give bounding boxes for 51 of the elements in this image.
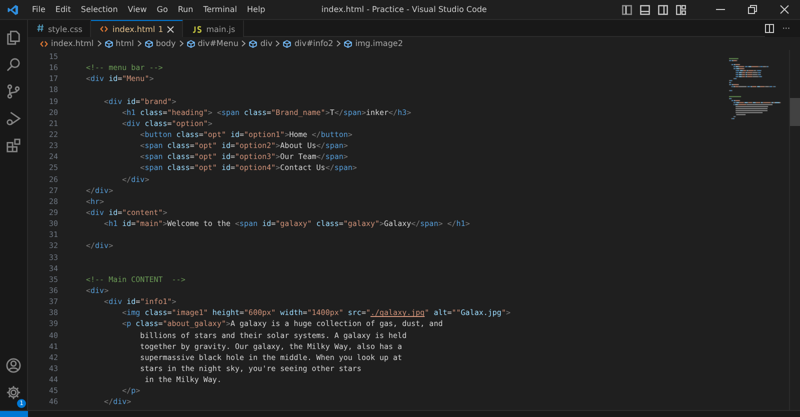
panel-toggle-icon[interactable] xyxy=(640,4,650,14)
breadcrumb-item[interactable]: div#info2 xyxy=(283,39,334,48)
breadcrumb-item[interactable]: div#Menu xyxy=(186,39,238,48)
element-icon xyxy=(283,40,292,48)
settings-icon[interactable] xyxy=(6,385,21,400)
menu-item[interactable]: Run xyxy=(172,3,198,16)
restore-icon[interactable] xyxy=(748,5,756,14)
account-icon[interactable] xyxy=(6,358,21,373)
chevron-icon xyxy=(96,40,102,47)
breadcrumb-item[interactable]: img.image2 xyxy=(344,39,403,48)
menu-item[interactable]: Edit xyxy=(50,3,76,16)
sidebar-toggle-icon[interactable] xyxy=(622,4,632,14)
chevron-icon xyxy=(136,40,142,47)
menu-item[interactable]: Terminal xyxy=(198,3,242,16)
menu-item[interactable]: View xyxy=(122,3,152,16)
window-title: index.html - Practice - Visual Studio Code xyxy=(320,5,488,14)
chevron-icon xyxy=(241,40,246,47)
search-icon[interactable] xyxy=(6,57,21,72)
run-debug-icon[interactable] xyxy=(6,111,21,126)
source-control-icon[interactable] xyxy=(6,84,21,99)
element-icon xyxy=(344,40,352,48)
element-icon xyxy=(249,40,258,48)
more-actions-button[interactable]: ··· xyxy=(782,24,790,33)
code-bracket-icon xyxy=(100,25,108,33)
element-icon xyxy=(104,40,113,48)
breadcrumb-item[interactable]: index.html xyxy=(40,39,94,48)
code-bracket-icon xyxy=(40,40,48,48)
chevron-icon xyxy=(178,40,184,47)
menu-item[interactable]: Selection xyxy=(76,3,123,16)
chevron-icon xyxy=(275,40,280,47)
explorer-icon[interactable] xyxy=(6,30,21,45)
menu-item[interactable]: Go xyxy=(152,3,173,16)
editor-tab[interactable]: index.html 1 xyxy=(91,20,184,37)
chevron-icon xyxy=(336,40,342,47)
extensions-icon[interactable] xyxy=(6,138,21,153)
close-tab-icon[interactable] xyxy=(167,26,174,32)
menu-item[interactable]: Help xyxy=(242,3,270,16)
breadcrumb-item[interactable]: div xyxy=(249,39,272,48)
close-icon[interactable] xyxy=(780,5,788,14)
breadcrumb-item[interactable]: body xyxy=(144,39,176,48)
element-icon xyxy=(144,40,153,48)
layout-icon[interactable] xyxy=(676,4,686,14)
menu-item[interactable]: File xyxy=(27,3,50,16)
element-icon xyxy=(186,40,195,48)
app-logo-icon xyxy=(7,4,19,16)
split-editor-icon[interactable] xyxy=(765,24,774,33)
scrollbar-thumb[interactable] xyxy=(790,98,800,126)
hash-icon xyxy=(37,24,44,34)
secondary-sidebar-icon[interactable] xyxy=(658,4,668,14)
js-file-icon xyxy=(192,26,202,32)
breadcrumb-item[interactable]: html xyxy=(104,39,134,48)
